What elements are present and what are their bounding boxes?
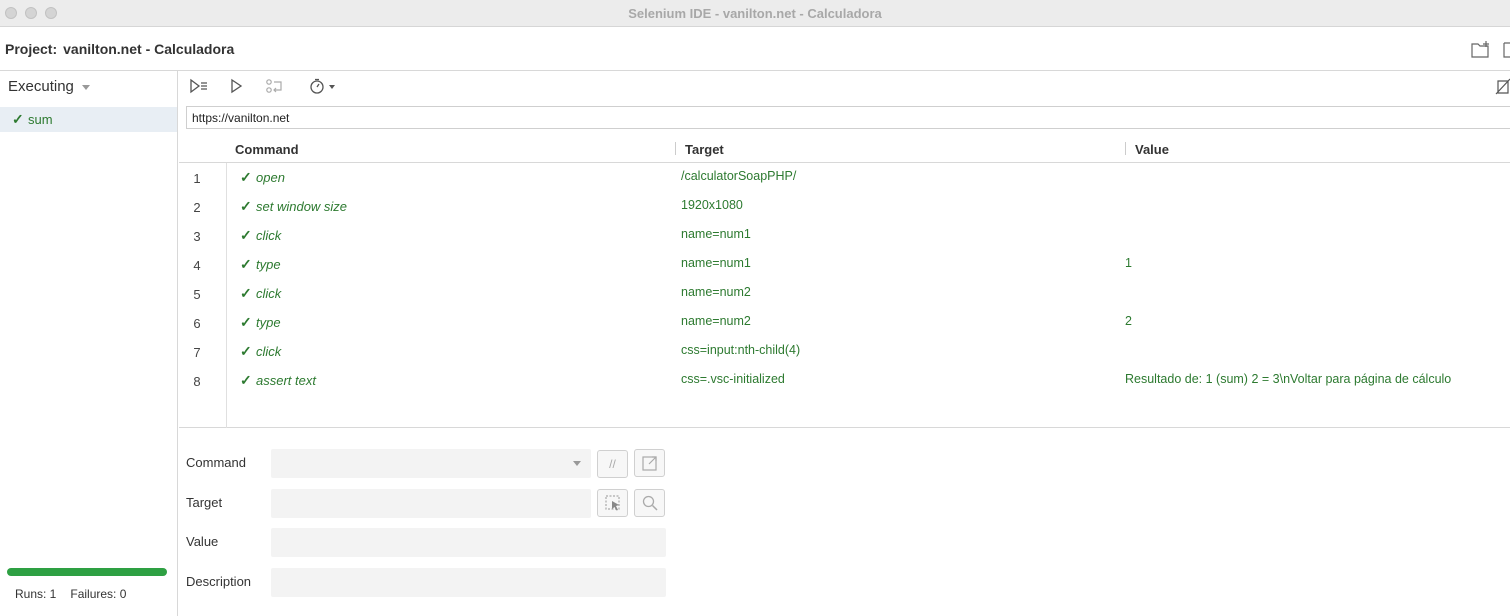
target-label: Target bbox=[186, 495, 223, 510]
command-row[interactable]: 2 ✓ set window size 1920x1080 bbox=[179, 192, 1510, 221]
check-icon: ✓ bbox=[12, 111, 24, 127]
search-icon bbox=[642, 495, 658, 511]
row-number: 1 bbox=[193, 171, 201, 186]
check-icon: ✓ bbox=[240, 227, 252, 243]
project-label: Project: bbox=[5, 41, 58, 57]
column-divider bbox=[675, 142, 676, 155]
test-name: sum bbox=[28, 112, 53, 127]
select-target-button[interactable] bbox=[597, 489, 628, 517]
row-value: Resultado de: 1 (sum) 2 = 3\nVoltar para… bbox=[1125, 372, 1452, 386]
executing-dropdown[interactable]: Executing bbox=[8, 78, 90, 95]
sidebar: Executing ✓ sum Runs: 1 Failures: 0 bbox=[0, 71, 178, 616]
command-row[interactable]: 3 ✓ click name=num1 bbox=[179, 221, 1510, 250]
row-target: name=num1 bbox=[681, 227, 751, 241]
row-number: 3 bbox=[193, 229, 201, 244]
row-target: name=num1 bbox=[681, 256, 751, 270]
run-current-icon[interactable] bbox=[229, 76, 245, 96]
run-all-icon[interactable] bbox=[189, 76, 209, 96]
find-target-button[interactable] bbox=[634, 489, 665, 517]
command-list: 1 ✓ open /calculatorSoapPHP/ 2 ✓ set win… bbox=[179, 163, 1510, 428]
command-row[interactable]: 1 ✓ open /calculatorSoapPHP/ bbox=[179, 163, 1510, 192]
disable-breakpoints-icon[interactable] bbox=[1494, 77, 1510, 95]
check-icon: ✓ bbox=[240, 285, 252, 301]
check-icon: ✓ bbox=[240, 198, 252, 214]
row-target: name=num2 bbox=[681, 285, 751, 299]
row-value: 2 bbox=[1125, 314, 1132, 328]
chevron-down-icon bbox=[81, 84, 90, 90]
row-command: set window size bbox=[256, 199, 348, 214]
project-title: Project: vanilton.net - Calculadora bbox=[5, 41, 234, 57]
value-input[interactable] bbox=[271, 528, 666, 557]
command-column-header[interactable]: Command bbox=[235, 142, 299, 157]
row-command: type bbox=[256, 315, 281, 330]
run-progress-bar bbox=[7, 568, 167, 576]
test-toolbar bbox=[179, 71, 1510, 101]
command-row[interactable]: 5 ✓ click name=num2 bbox=[179, 279, 1510, 308]
column-divider bbox=[1125, 142, 1126, 155]
check-icon: ✓ bbox=[240, 169, 252, 185]
value-column-header[interactable]: Value bbox=[1135, 142, 1169, 157]
chevron-down-icon bbox=[573, 461, 581, 466]
command-row[interactable]: 7 ✓ click css=input:nth-child(4) bbox=[179, 337, 1510, 366]
project-name[interactable]: vanilton.net - Calculadora bbox=[63, 41, 234, 57]
row-target: name=num2 bbox=[681, 314, 751, 328]
command-select[interactable] bbox=[271, 449, 591, 478]
step-over-icon[interactable] bbox=[265, 76, 285, 96]
row-number: 6 bbox=[193, 316, 201, 331]
row-command: open bbox=[256, 170, 285, 185]
row-command: click bbox=[256, 344, 282, 359]
external-link-icon bbox=[641, 456, 657, 471]
command-row[interactable]: 6 ✓ type name=num2 2 bbox=[179, 308, 1510, 337]
target-column-header[interactable]: Target bbox=[685, 142, 724, 157]
description-input[interactable] bbox=[271, 568, 666, 597]
row-number: 2 bbox=[193, 200, 201, 215]
open-reference-button[interactable] bbox=[634, 449, 665, 477]
command-label: Command bbox=[186, 455, 246, 470]
check-icon: ✓ bbox=[240, 343, 252, 359]
runs-count: Runs: 1 bbox=[15, 587, 57, 601]
window-titlebar: Selenium IDE - vanilton.net - Calculador… bbox=[0, 0, 1510, 27]
row-value: 1 bbox=[1125, 256, 1132, 270]
row-target: css=.vsc-initialized bbox=[681, 372, 785, 386]
row-number: 7 bbox=[193, 345, 201, 360]
check-icon: ✓ bbox=[240, 314, 252, 330]
row-command: click bbox=[256, 286, 282, 301]
row-number: 8 bbox=[193, 374, 201, 389]
comment-toggle-button[interactable]: // bbox=[597, 450, 628, 478]
row-command: type bbox=[256, 257, 281, 272]
new-folder-icon[interactable] bbox=[1471, 41, 1491, 58]
run-stats: Runs: 1 Failures: 0 bbox=[15, 587, 140, 601]
row-command: click bbox=[256, 228, 282, 243]
command-table-header: Command Target Value bbox=[179, 138, 1510, 163]
row-target: /calculatorSoapPHP/ bbox=[681, 169, 797, 183]
executing-label: Executing bbox=[8, 78, 74, 95]
check-icon: ✓ bbox=[240, 256, 252, 272]
command-row[interactable]: 8 ✓ assert text css=.vsc-initialized Res… bbox=[179, 366, 1510, 395]
failures-count: Failures: 0 bbox=[70, 587, 127, 601]
project-bar: Project: vanilton.net - Calculadora bbox=[0, 28, 1510, 71]
select-element-icon bbox=[604, 495, 620, 511]
description-label: Description bbox=[186, 574, 252, 589]
row-number: 5 bbox=[193, 287, 201, 302]
speed-icon[interactable] bbox=[309, 76, 339, 96]
target-input[interactable] bbox=[271, 489, 591, 518]
check-icon: ✓ bbox=[240, 372, 252, 388]
value-label: Value bbox=[186, 534, 219, 549]
row-target: 1920x1080 bbox=[681, 198, 743, 212]
row-command: assert text bbox=[256, 373, 316, 388]
open-project-icon[interactable] bbox=[1503, 41, 1510, 58]
row-target: css=input:nth-child(4) bbox=[681, 343, 801, 357]
base-url-input[interactable]: https://vanilton.net bbox=[186, 106, 1510, 129]
row-number: 4 bbox=[193, 258, 201, 273]
test-item-sum[interactable]: ✓ sum bbox=[0, 107, 177, 132]
window-title: Selenium IDE - vanilton.net - Calculador… bbox=[628, 6, 882, 21]
command-row[interactable]: 4 ✓ type name=num1 1 bbox=[179, 250, 1510, 279]
